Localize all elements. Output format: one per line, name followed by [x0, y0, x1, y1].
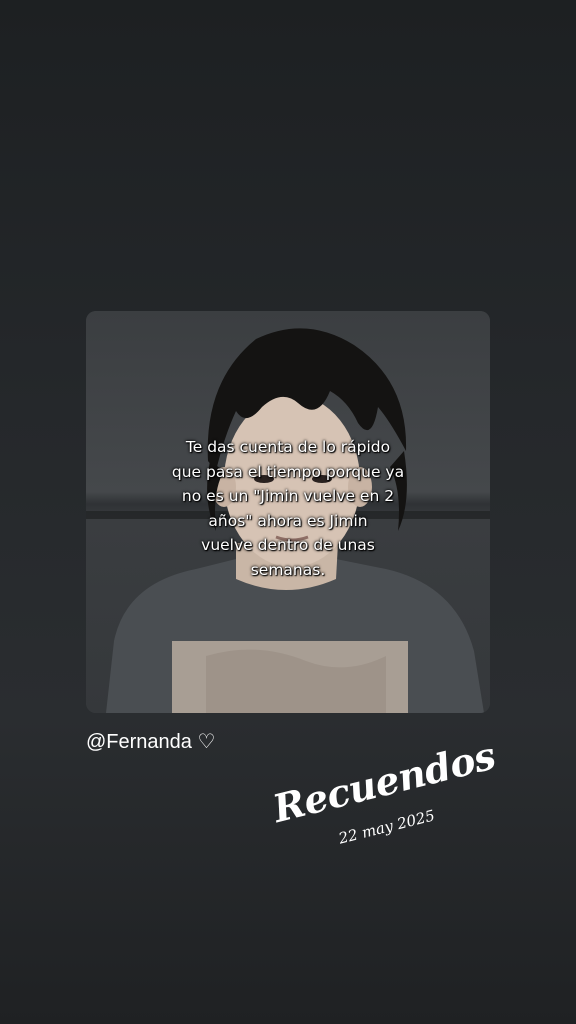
sticker-title: Recuendos: [268, 732, 500, 832]
media-caption-text: Te das cuenta de lo rápido que pasa el t…: [171, 438, 405, 579]
story-canvas: Te das cuenta de lo rápido que pasa el t…: [0, 0, 576, 1024]
story-media-card[interactable]: Te das cuenta de lo rápido que pasa el t…: [86, 311, 490, 713]
mention-tag[interactable]: @Fernanda ♡: [86, 729, 215, 754]
memories-sticker[interactable]: Recuendos 22 may 2025: [258, 722, 513, 904]
